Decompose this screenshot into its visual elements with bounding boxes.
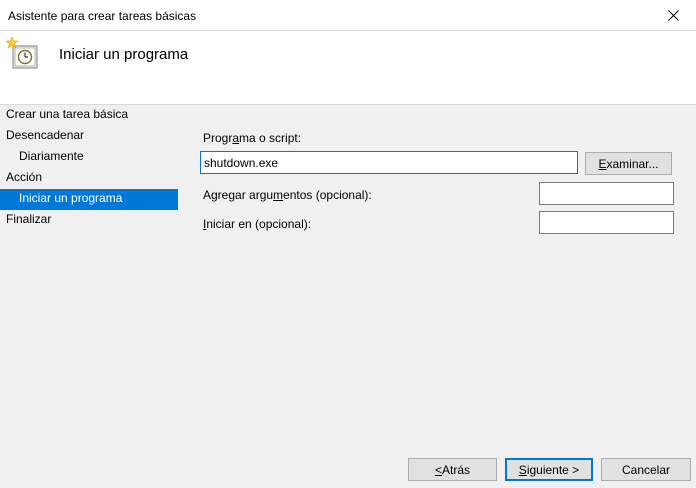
step-finish: Finalizar [6, 212, 52, 226]
program-input[interactable] [200, 151, 578, 174]
start-in-label: Iniciar en (opcional): [203, 217, 312, 231]
wizard-steps: Crear una tarea básica Desencadenar Diar… [0, 105, 180, 231]
close-icon [667, 9, 679, 21]
cancel-button[interactable]: Cancelar [601, 458, 691, 481]
arguments-label: Agregar argumentos (opcional): [203, 188, 372, 202]
step-daily: Diariamente [19, 149, 84, 163]
next-button[interactable]: Siguiente > [505, 458, 593, 481]
close-button[interactable] [650, 0, 696, 30]
step-create-basic-task: Crear una tarea básica [6, 107, 129, 121]
program-label: Programa o script: [203, 131, 302, 145]
step-trigger: Desencadenar [6, 128, 85, 142]
back-button[interactable]: < Atrás [408, 458, 497, 481]
page-title: Iniciar un programa [59, 46, 189, 63]
step-action: Acción [6, 170, 43, 184]
window-title: Asistente para crear tareas básicas [8, 9, 197, 23]
step-start-program: Iniciar un programa [0, 189, 178, 210]
title-bar: Asistente para crear tareas básicas [0, 0, 696, 31]
browse-button[interactable]: Examinar... [585, 152, 672, 175]
wizard-header: Iniciar un programa [0, 31, 696, 105]
start-in-input[interactable] [539, 211, 674, 234]
task-clock-icon [6, 37, 38, 69]
arguments-input[interactable] [539, 182, 674, 205]
